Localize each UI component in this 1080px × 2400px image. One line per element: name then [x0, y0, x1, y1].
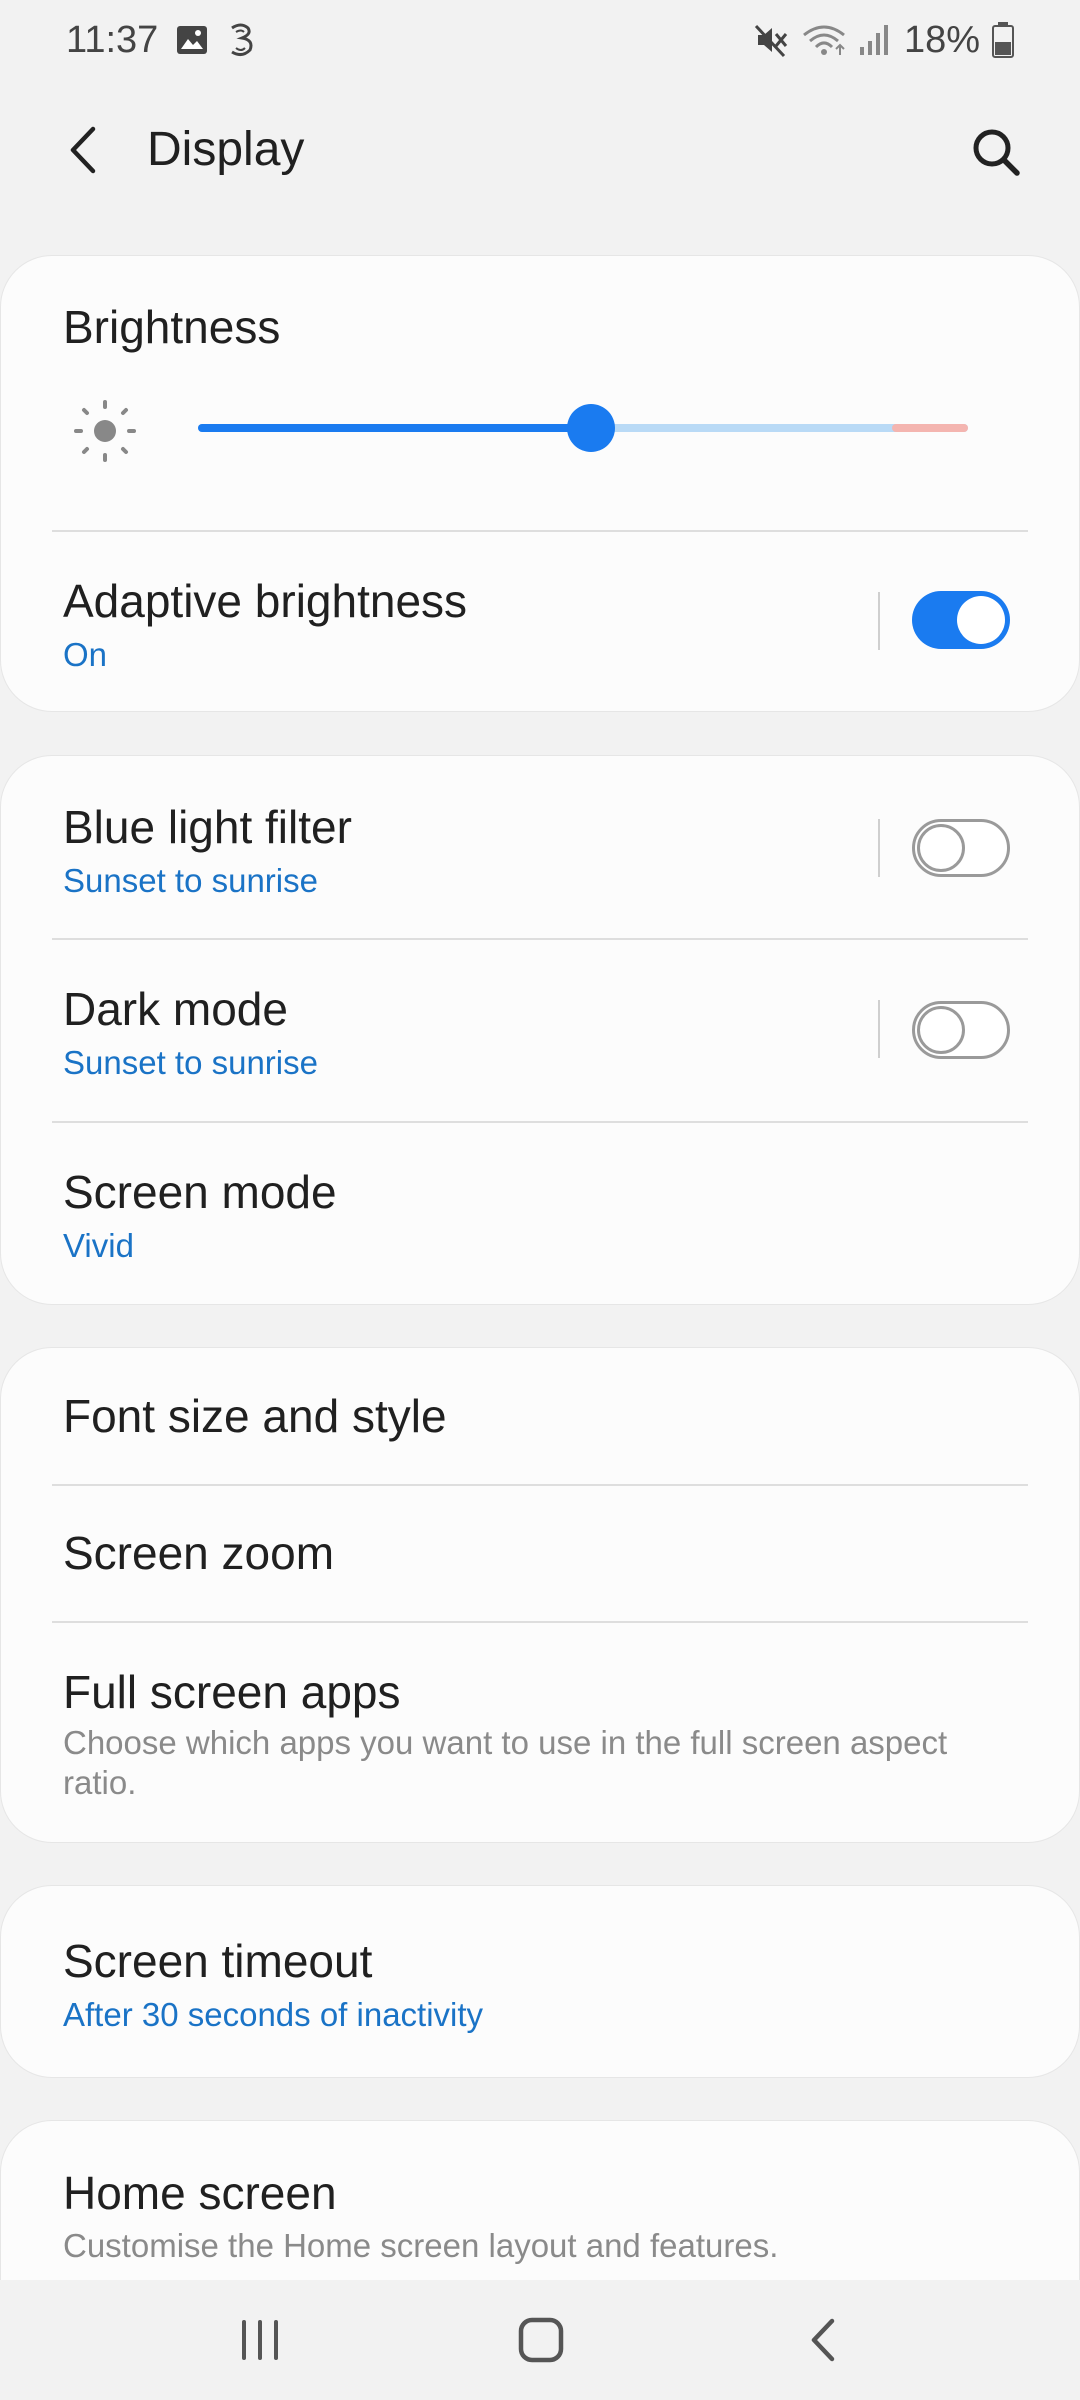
home-screen-description: Customise the Home screen layout and fea…	[63, 2227, 779, 2264]
vertical-separator	[878, 592, 880, 650]
blue-light-filter-row[interactable]: Blue light filter Sunset to sunrise	[0, 757, 1080, 937]
blue-light-filter-title: Blue light filter	[63, 801, 352, 853]
screen-zoom-title: Screen zoom	[63, 1527, 335, 1579]
adaptive-brightness-toggle[interactable]	[912, 591, 1010, 649]
blue-light-filter-toggle[interactable]	[912, 819, 1010, 877]
back-nav-button[interactable]	[778, 2300, 868, 2380]
home-button[interactable]	[496, 2300, 586, 2380]
navigation-bar	[0, 2280, 1080, 2400]
home-icon	[518, 2317, 564, 2363]
status-time: 11:37	[66, 18, 159, 61]
slider-track-extended	[892, 424, 968, 432]
vertical-separator	[878, 1000, 880, 1058]
screen-mode-title: Screen mode	[63, 1166, 337, 1218]
screen-mode-status: Vivid	[63, 1227, 134, 1264]
toggle-knob	[957, 596, 1005, 644]
adaptive-brightness-row[interactable]: Adaptive brightness On	[0, 532, 1080, 710]
screen-zoom-row[interactable]: Screen zoom	[0, 1486, 1080, 1620]
sun-icon	[72, 398, 138, 469]
font-size-row[interactable]: Font size and style	[0, 1349, 1080, 1484]
dark-mode-row[interactable]: Dark mode Sunset to sunrise	[0, 940, 1080, 1120]
adaptive-brightness-status: On	[63, 636, 108, 673]
home-screen-title: Home screen	[63, 2167, 337, 2219]
back-icon	[811, 2318, 835, 2362]
battery-icon	[992, 22, 1014, 58]
adaptive-brightness-title: Adaptive brightness	[63, 575, 468, 627]
image-icon	[176, 25, 208, 55]
screen-timeout-status: After 30 seconds of inactivity	[63, 1996, 484, 2033]
screen-timeout-row[interactable]: Screen timeout After 30 seconds of inact…	[0, 1887, 1080, 2077]
three-network-icon	[226, 22, 256, 58]
slider-thumb[interactable]	[566, 404, 615, 452]
toggle-knob	[917, 824, 965, 872]
page-title: Display	[147, 123, 305, 176]
screen-mode-row[interactable]: Screen mode Vivid	[0, 1123, 1080, 1303]
search-button[interactable]	[964, 120, 1028, 184]
dark-mode-title: Dark mode	[63, 983, 288, 1035]
status-bar: 11:37 18%	[0, 0, 1080, 80]
dark-mode-status: Sunset to sunrise	[63, 1044, 318, 1081]
blue-light-filter-status: Sunset to sunrise	[63, 862, 318, 899]
home-screen-row[interactable]: Home screen Customise the Home screen la…	[0, 2122, 1080, 2278]
full-screen-apps-description: Choose which apps you want to use in the…	[63, 1724, 948, 1801]
chevron-left-icon	[70, 126, 96, 174]
battery-percent: 18%	[903, 18, 980, 61]
toggle-knob	[917, 1006, 965, 1054]
top-app-bar: Display	[0, 100, 1080, 200]
back-button[interactable]	[52, 120, 112, 180]
slider-fill	[198, 424, 591, 432]
wifi-icon	[802, 23, 846, 57]
brightness-title: Brightness	[63, 301, 281, 353]
search-icon	[973, 129, 1020, 176]
mute-icon	[754, 22, 790, 58]
signal-icon	[858, 23, 892, 57]
recent-apps-button[interactable]	[215, 2300, 305, 2380]
full-screen-apps-title: Full screen apps	[63, 1666, 401, 1718]
dark-mode-toggle[interactable]	[912, 1001, 1010, 1059]
font-size-title: Font size and style	[63, 1390, 447, 1442]
vertical-separator	[878, 819, 880, 877]
full-screen-apps-row[interactable]: Full screen apps Choose which apps you w…	[0, 1623, 1080, 1841]
screen-timeout-title: Screen timeout	[63, 1935, 373, 1987]
recent-apps-icon	[242, 2320, 278, 2360]
